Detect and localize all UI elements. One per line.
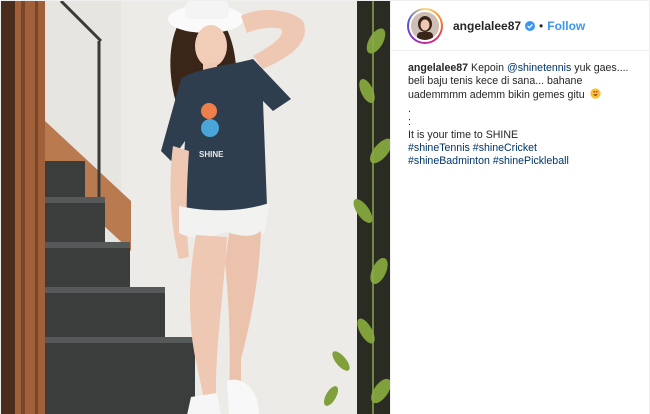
heart-eyes-emoji-icon [589, 88, 601, 100]
caption-line-2: beli baju tenis kece di sana... bahane [408, 75, 583, 88]
follow-button[interactable]: Follow [547, 19, 585, 33]
caption-line-3: uademmmm ademm bikin gemes gitu [408, 88, 643, 102]
shirt-brand-text: SHINE [199, 150, 224, 159]
avatar-story-ring[interactable] [407, 7, 443, 44]
instagram-post: SHINE angelalee87 • Follow angelalee87 K… [0, 0, 650, 414]
hashtag-link-shinecricket[interactable]: #shineCricket [473, 142, 537, 154]
post-header: angelalee87 • Follow [391, 1, 650, 51]
post-photo[interactable]: SHINE [1, 1, 390, 414]
caption-line-3-text: uademmmm ademm bikin gemes gitu [408, 89, 585, 102]
caption-author[interactable]: angelalee87 [408, 62, 468, 74]
hashtag-row-2: #shineBadminton #shinePickleball [408, 155, 643, 168]
author-username[interactable]: angelalee87 [453, 19, 521, 33]
caption-dot-1: . [408, 102, 411, 115]
mention-link[interactable]: @shinetennis [507, 62, 571, 74]
caption-shine-line: It is your time to SHINE [408, 129, 519, 142]
header-separator: • [539, 18, 544, 33]
post-side-panel: angelalee87 • Follow angelalee87 Kepoin … [390, 1, 650, 414]
caption-text-yuk: yuk gaes.... [574, 62, 629, 74]
caption-line-1: angelalee87 Kepoin @shinetennis yuk gaes… [408, 62, 643, 75]
caption-text-kepoin: Kepoin [471, 62, 505, 74]
avatar-image [411, 11, 439, 40]
hashtag-link-shinepickleball[interactable]: #shinePickleball [493, 155, 569, 167]
post-caption: angelalee87 Kepoin @shinetennis yuk gaes… [408, 62, 643, 169]
photo-illustration: SHINE [1, 1, 390, 414]
hashtag-link-shinebadminton[interactable]: #shineBadminton [408, 155, 490, 167]
caption-dot-2: : [408, 115, 411, 128]
hashtag-link-shinetennis[interactable]: #shineTennis [408, 142, 470, 154]
hashtag-row-1: #shineTennis #shineCricket [408, 142, 643, 155]
avatar[interactable] [409, 9, 441, 42]
verified-badge-icon [525, 20, 536, 31]
